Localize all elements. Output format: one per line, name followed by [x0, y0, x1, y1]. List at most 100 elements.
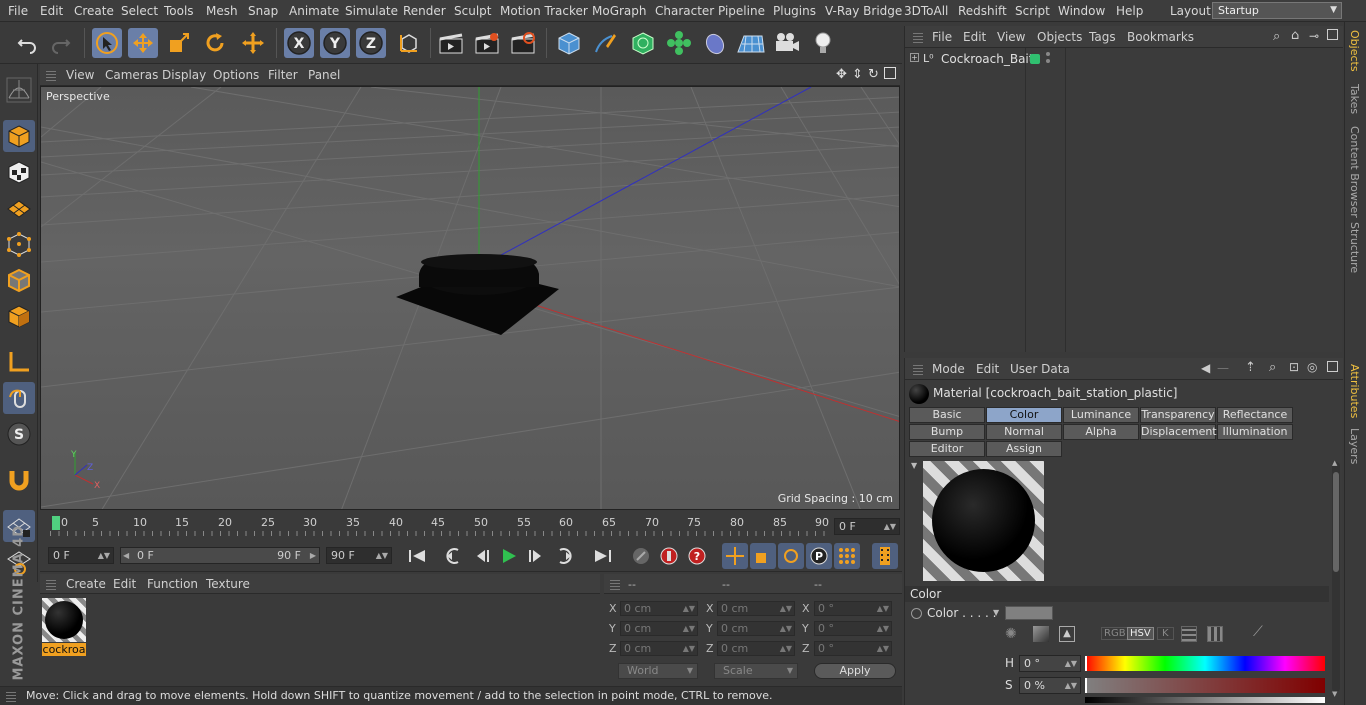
- current-frame-field[interactable]: 0 F ▲▼: [834, 518, 900, 535]
- material-menu-function[interactable]: Function: [147, 577, 198, 591]
- snap-button[interactable]: S: [3, 418, 35, 450]
- menu-simulate[interactable]: Simulate: [345, 4, 398, 18]
- tab-assign[interactable]: Assign: [986, 441, 1062, 457]
- preview-range-slider[interactable]: ◀ 0 F 90 F ▶: [120, 547, 320, 564]
- material-preview[interactable]: [923, 461, 1044, 581]
- perspective-viewport[interactable]: Y Z X Perspective Grid Spacing : 10 cm: [40, 86, 900, 510]
- saturation-slider[interactable]: [1085, 678, 1325, 693]
- menu-window[interactable]: Window: [1058, 4, 1105, 18]
- menu-mograph[interactable]: MoGraph: [592, 4, 647, 18]
- undo-button[interactable]: [12, 28, 42, 58]
- menu-help[interactable]: Help: [1116, 4, 1143, 18]
- keyframe-selection-button[interactable]: ?: [684, 543, 710, 569]
- tab-displacement[interactable]: Displacement: [1140, 424, 1217, 440]
- hue-field[interactable]: 0 ° ▲▼: [1019, 655, 1081, 672]
- hue-slider-handle[interactable]: [1085, 656, 1087, 671]
- spinner-icon[interactable]: ▲▼: [877, 622, 889, 635]
- object-menu-objects[interactable]: Objects: [1037, 30, 1082, 44]
- key-point-level-button[interactable]: [834, 543, 860, 569]
- range-left-arrow-icon[interactable]: ◀: [123, 548, 129, 563]
- workplane-mode-button[interactable]: [3, 192, 35, 224]
- timeline-button[interactable]: [872, 543, 898, 569]
- tab-editor[interactable]: Editor: [909, 441, 985, 457]
- menu-select[interactable]: Select: [121, 4, 158, 18]
- render-picture-viewer-button[interactable]: [472, 28, 502, 58]
- editor-visibility-dot[interactable]: [1046, 52, 1050, 56]
- spinner-icon[interactable]: ▲▼: [780, 602, 792, 615]
- redo-button[interactable]: [46, 28, 76, 58]
- dock-tab-layers[interactable]: Layers: [1348, 428, 1361, 464]
- menu-pipeline[interactable]: Pipeline: [718, 4, 765, 18]
- maximize-view-icon[interactable]: [884, 67, 896, 79]
- material-thumbnail[interactable]: cockroa: [42, 598, 86, 656]
- scale-tool-button[interactable]: [164, 28, 194, 58]
- spinner-icon[interactable]: ▲▼: [877, 642, 889, 655]
- model-mode-button[interactable]: [3, 120, 35, 152]
- tab-transparency[interactable]: Transparency: [1140, 407, 1216, 423]
- dock-tab-structure[interactable]: Structure: [1348, 222, 1361, 273]
- mixer-icon[interactable]: [1181, 626, 1197, 642]
- new-window-icon[interactable]: [1327, 361, 1338, 372]
- spinner-icon[interactable]: ▲▼: [98, 548, 110, 563]
- add-light-button[interactable]: [808, 28, 838, 58]
- menu-character[interactable]: Character: [655, 4, 714, 18]
- animate-radio-icon[interactable]: [911, 608, 922, 619]
- add-floor-button[interactable]: [736, 28, 766, 58]
- tab-illumination[interactable]: Illumination: [1217, 424, 1293, 440]
- go-to-end-button[interactable]: [590, 543, 616, 569]
- coordinate-system-button[interactable]: [394, 28, 424, 58]
- object-menu-file[interactable]: File: [932, 30, 952, 44]
- edges-mode-button[interactable]: [3, 264, 35, 296]
- add-subdivision-button[interactable]: [628, 28, 658, 58]
- menu-vray-bridge[interactable]: V-Ray Bridge: [825, 4, 902, 18]
- make-editable-button[interactable]: [3, 74, 35, 106]
- rotate-view-icon[interactable]: ↻: [868, 67, 879, 82]
- range-right-arrow-icon[interactable]: ▶: [310, 548, 316, 563]
- apply-button[interactable]: Apply: [814, 663, 896, 679]
- material-tag-icon[interactable]: [1030, 54, 1040, 64]
- tab-luminance[interactable]: Luminance: [1063, 407, 1139, 423]
- viewport-menu-view[interactable]: View: [66, 68, 94, 82]
- layout-select[interactable]: Startup ▼: [1212, 2, 1342, 19]
- viewport-menu-filter[interactable]: Filter: [268, 68, 298, 82]
- scrollbar-thumb[interactable]: [1333, 472, 1339, 572]
- target-icon[interactable]: ◎: [1307, 360, 1317, 374]
- menu-tools[interactable]: Tools: [164, 4, 194, 18]
- attribute-scrollbar[interactable]: [1332, 462, 1340, 692]
- add-spline-pen-button[interactable]: [590, 28, 620, 58]
- next-frame-button[interactable]: [524, 543, 550, 569]
- texture-mode-button[interactable]: [3, 156, 35, 188]
- spinner-icon[interactable]: ▲▼: [683, 642, 695, 655]
- saturation-slider-handle[interactable]: [1085, 678, 1087, 693]
- spinner-icon[interactable]: ▲▼: [780, 622, 792, 635]
- viewport-menu-options[interactable]: Options: [213, 68, 259, 82]
- rgb-mode-button[interactable]: RGB: [1101, 627, 1129, 640]
- z-axis-lock-button[interactable]: Z: [356, 28, 386, 58]
- dock-tab-attributes[interactable]: Attributes: [1348, 364, 1361, 418]
- rotate-tool-button[interactable]: [200, 28, 230, 58]
- x-axis-lock-button[interactable]: X: [284, 28, 314, 58]
- dock-tab-objects[interactable]: Objects: [1348, 30, 1361, 72]
- add-cube-button[interactable]: [554, 28, 584, 58]
- spinner-icon[interactable]: ▲▼: [1065, 678, 1077, 693]
- object-menu-bookmarks[interactable]: Bookmarks: [1127, 30, 1194, 44]
- timeline-ruler[interactable]: 0 5 10 15 20 25 30 35 40 45 50 55 60 65 …: [40, 512, 902, 540]
- spinner-icon[interactable]: ▲▼: [780, 642, 792, 655]
- tab-basic[interactable]: Basic: [909, 407, 985, 423]
- value-slider-partial[interactable]: [1085, 697, 1325, 703]
- color-wheel-icon[interactable]: ✺: [1005, 626, 1017, 642]
- menu-render[interactable]: Render: [403, 4, 446, 18]
- size-y-field[interactable]: 0 cm ▲▼: [717, 621, 795, 636]
- polygons-mode-button[interactable]: [3, 300, 35, 332]
- magnet-snap-button[interactable]: [3, 464, 35, 496]
- expand-icon[interactable]: +: [910, 53, 919, 62]
- menu-3dtoall[interactable]: 3DToAll: [904, 4, 948, 18]
- end-frame-field[interactable]: 90 F ▲▼: [326, 547, 392, 564]
- key-position-button[interactable]: [722, 543, 748, 569]
- dock-tab-content-browser[interactable]: Content Browser: [1348, 126, 1361, 218]
- live-selection-button[interactable]: [92, 28, 122, 58]
- menu-snap[interactable]: Snap: [248, 4, 278, 18]
- link-icon[interactable]: ⊸: [1309, 29, 1319, 43]
- move-tool-button[interactable]: [128, 28, 158, 58]
- autokeying-button[interactable]: [656, 543, 682, 569]
